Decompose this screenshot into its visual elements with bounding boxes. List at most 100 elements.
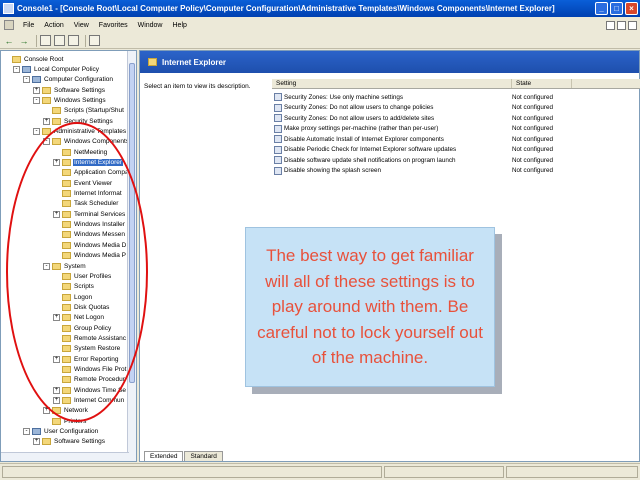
- menu-window[interactable]: Window: [133, 22, 168, 29]
- tree-node[interactable]: Logon: [53, 292, 93, 302]
- tree-node[interactable]: Console Root: [3, 54, 64, 64]
- setting-row[interactable]: Disable Automatic Install of Internet Ex…: [274, 134, 634, 144]
- expand-box-icon[interactable]: +: [53, 397, 60, 405]
- export-list-icon[interactable]: [68, 35, 79, 46]
- tree-node[interactable]: + Internet Commun: [53, 396, 125, 406]
- folder-icon: [62, 366, 71, 373]
- expand-box-icon[interactable]: +: [53, 314, 60, 322]
- setting-state: Not configured: [512, 167, 553, 174]
- tree-node[interactable]: + Network: [43, 406, 89, 416]
- tree-node[interactable]: - Windows Settings: [33, 95, 107, 105]
- tree-node[interactable]: Remote Procedur: [53, 375, 126, 385]
- collapse-box-icon[interactable]: -: [13, 65, 20, 73]
- show-hide-tree-icon[interactable]: [54, 35, 65, 46]
- setting-row[interactable]: Disable Periodic Check for Internet Expl…: [274, 145, 634, 155]
- column-state[interactable]: State: [512, 79, 572, 88]
- console-window-icon[interactable]: [4, 20, 14, 30]
- help-icon[interactable]: [89, 35, 100, 46]
- tree-node[interactable]: Scripts: [53, 282, 95, 292]
- tree-node[interactable]: Windows Media P: [53, 251, 127, 261]
- mdi-close-icon[interactable]: [628, 20, 637, 30]
- expand-box-icon[interactable]: +: [53, 159, 60, 166]
- collapse-box-icon[interactable]: -: [33, 127, 40, 135]
- collapse-box-icon[interactable]: -: [23, 76, 30, 84]
- no-expander: [53, 190, 60, 197]
- tree-node[interactable]: NetMeeting: [53, 147, 108, 157]
- callout-box: The best way to get familiar will all of…: [245, 227, 495, 387]
- tree-node[interactable]: System Restore: [53, 344, 121, 354]
- tree-node[interactable]: Application Compa: [53, 168, 130, 178]
- tree-node[interactable]: - System: [43, 261, 87, 271]
- menu-view[interactable]: View: [69, 22, 94, 29]
- tree-node[interactable]: + Software Settings: [33, 437, 106, 447]
- tree-node[interactable]: Printers: [43, 416, 87, 426]
- tree-node[interactable]: Remote Assistanc: [53, 333, 127, 343]
- mdi-minimize-icon[interactable]: [606, 20, 615, 30]
- collapse-box-icon[interactable]: -: [43, 138, 50, 146]
- collapse-box-icon[interactable]: -: [33, 96, 40, 104]
- expand-box-icon[interactable]: +: [53, 386, 60, 394]
- expand-box-icon[interactable]: +: [53, 355, 60, 363]
- tree-node[interactable]: + Net Logon: [53, 313, 105, 323]
- tree-node[interactable]: Event Viewer: [53, 178, 113, 188]
- menu-action[interactable]: Action: [39, 22, 68, 29]
- tree-node-label: Scripts: [74, 283, 94, 291]
- expand-box-icon[interactable]: +: [53, 210, 60, 218]
- console-tree[interactable]: Console Root - Local Computer Policy - Compu…: [0, 50, 137, 462]
- mdi-restore-icon[interactable]: [617, 20, 626, 30]
- tree-node[interactable]: + Software Settings: [33, 85, 106, 95]
- expand-box-icon[interactable]: +: [43, 117, 50, 125]
- collapse-box-icon[interactable]: -: [23, 428, 30, 436]
- tab-standard[interactable]: Standard: [184, 451, 223, 461]
- setting-name: Security Zones: Do not allow users to ch…: [284, 104, 434, 111]
- back-arrow-icon[interactable]: ←: [3, 35, 15, 47]
- tree-node[interactable]: User Profiles: [53, 271, 112, 281]
- tree-node[interactable]: Task Scheduler: [53, 199, 119, 209]
- expand-box-icon[interactable]: +: [33, 438, 40, 446]
- menu-help[interactable]: Help: [168, 22, 192, 29]
- up-folder-icon[interactable]: [40, 35, 51, 46]
- forward-arrow-icon[interactable]: →: [18, 35, 30, 47]
- status-pane-main: [2, 466, 382, 478]
- tree-node[interactable]: - Computer Configuration: [23, 75, 114, 85]
- setting-row[interactable]: Make proxy settings per-machine (rather …: [274, 124, 634, 134]
- tree-node[interactable]: Scripts (Startup/Shut: [43, 106, 125, 116]
- tree-node[interactable]: + Windows Time Se: [53, 385, 127, 395]
- tree-horizontal-scrollbar[interactable]: [1, 452, 129, 461]
- maximize-button[interactable]: □: [610, 2, 623, 15]
- tree-node[interactable]: + Security Settings: [43, 116, 114, 126]
- tree-node-label: Software Settings: [54, 438, 105, 446]
- menu-file[interactable]: File: [18, 22, 39, 29]
- tree-node[interactable]: Group Policy: [53, 323, 112, 333]
- tree-node[interactable]: Disk Quotas: [53, 302, 110, 312]
- tree-node[interactable]: Windows File Prot: [53, 365, 127, 375]
- tree-node[interactable]: Windows Installer: [53, 220, 126, 230]
- setting-row[interactable]: Security Zones: Do not allow users to ch…: [274, 103, 634, 113]
- tree-node[interactable]: + Internet Explorer: [53, 158, 124, 168]
- expand-box-icon[interactable]: +: [33, 86, 40, 94]
- tree-node[interactable]: + Error Reporting: [53, 354, 119, 364]
- tree-node[interactable]: - Local Computer Policy: [13, 64, 100, 74]
- setting-row[interactable]: Disable software update shell notificati…: [274, 155, 634, 165]
- minimize-button[interactable]: _: [595, 2, 608, 15]
- tree-node-label: User Configuration: [44, 428, 99, 436]
- tree-node[interactable]: Windows Messen: [53, 230, 126, 240]
- tree-node[interactable]: Internet Informat: [53, 189, 123, 199]
- setting-row[interactable]: Disable showing the splash screen Not con…: [274, 166, 634, 176]
- menu-favorites[interactable]: Favorites: [94, 22, 133, 29]
- tree-node[interactable]: + Terminal Services: [53, 209, 126, 219]
- tree-vertical-scrollbar[interactable]: [127, 51, 136, 461]
- column-setting[interactable]: Setting: [272, 79, 512, 88]
- setting-row[interactable]: Security Zones: Use only machine setting…: [274, 92, 634, 102]
- no-expander: [53, 231, 60, 238]
- tab-extended[interactable]: Extended: [144, 451, 184, 461]
- tree-node[interactable]: - User Configuration: [23, 427, 99, 437]
- expand-box-icon[interactable]: +: [43, 407, 50, 415]
- tree-node[interactable]: - Windows Components: [43, 137, 130, 147]
- collapse-box-icon[interactable]: -: [43, 262, 50, 270]
- tree-node[interactable]: Windows Media D: [53, 240, 127, 250]
- close-button[interactable]: ×: [625, 2, 638, 15]
- tree-node[interactable]: - Administrative Templates: [33, 126, 127, 136]
- scroll-thumb[interactable]: [129, 63, 135, 383]
- setting-row[interactable]: Security Zones: Do not allow users to ad…: [274, 113, 634, 123]
